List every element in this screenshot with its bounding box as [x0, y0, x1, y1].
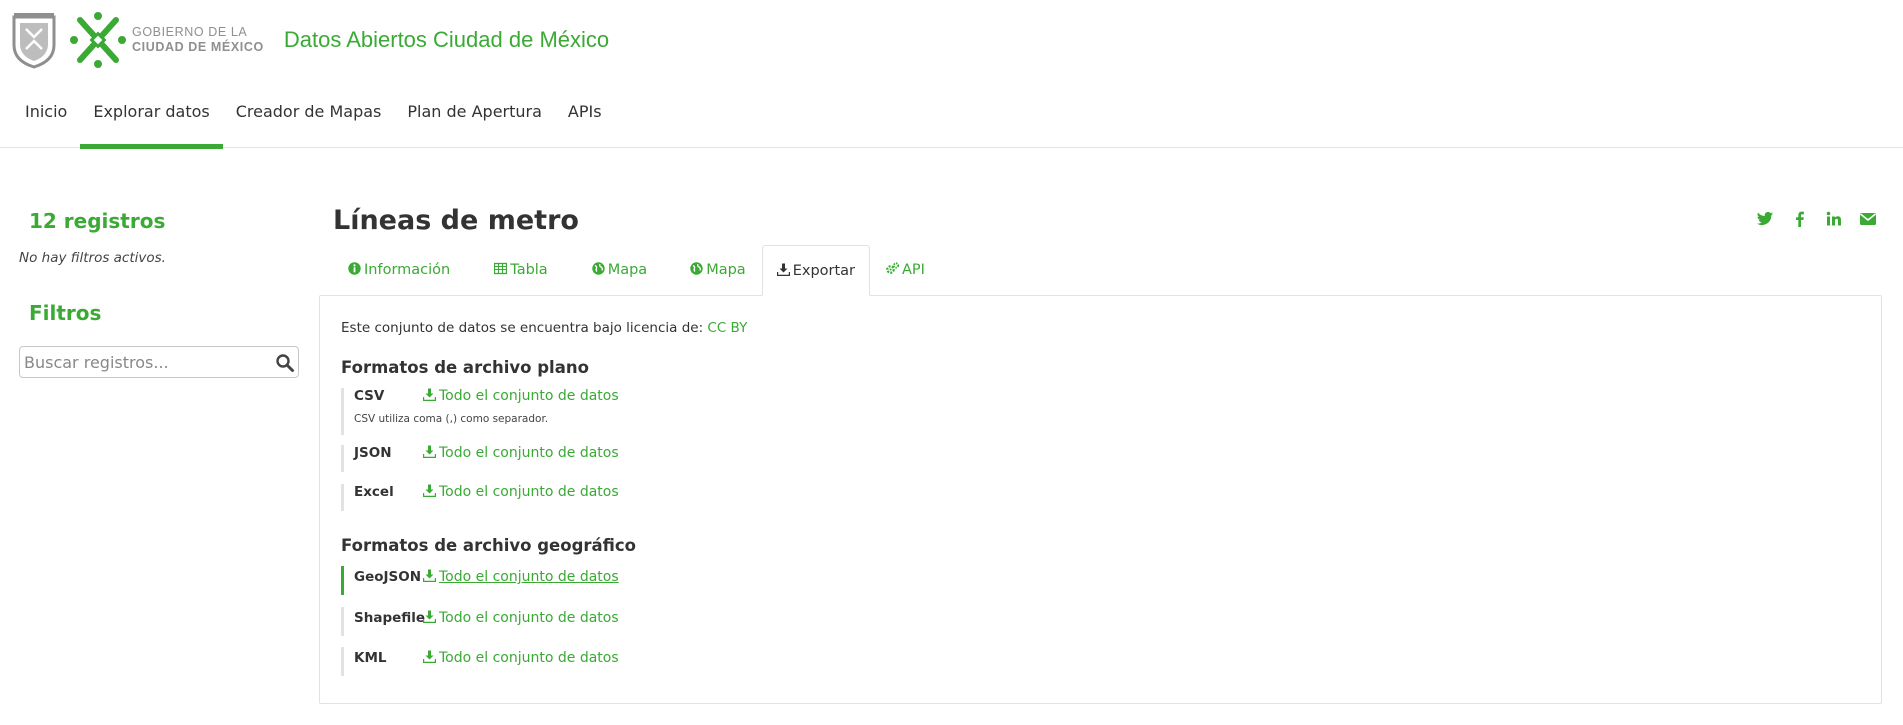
format-row-csv: CSV Todo el conjunto de datos CSV utiliz…: [341, 388, 741, 435]
info-icon: [348, 262, 361, 275]
download-icon: [776, 263, 790, 276]
logo-row[interactable]: GOBIERNO DE LA CIUDAD DE MÉXICO Datos Ab…: [10, 10, 609, 70]
tab-label: Mapa: [706, 262, 746, 278]
link-label: Todo el conjunto de datos: [439, 650, 619, 666]
link-label: Todo el conjunto de datos: [439, 388, 619, 404]
nav-item-inicio[interactable]: Inicio: [12, 95, 80, 148]
format-name: GeoJSON: [354, 569, 422, 585]
format-name: Shapefile: [354, 610, 426, 626]
search-input[interactable]: [24, 348, 269, 376]
download-json-link[interactable]: Todo el conjunto de datos: [423, 445, 619, 461]
tab-mapa[interactable]: Mapa: [592, 245, 648, 296]
link-label: Todo el conjunto de datos: [439, 445, 619, 461]
linkedin-icon[interactable]: [1825, 210, 1843, 228]
license-text: Este conjunto de datos se encuentra bajo…: [341, 320, 747, 336]
dataset-tabs: Información Tabla Mapa Mapa Exportar API: [333, 245, 925, 296]
tab-api[interactable]: API: [886, 245, 925, 296]
government-name: GOBIERNO DE LA CIUDAD DE MÉXICO: [132, 25, 264, 55]
tab-informacion[interactable]: Información: [348, 245, 450, 296]
search-box: [19, 346, 299, 378]
coat-of-arms-icon: [12, 13, 56, 69]
filters-title: Filtros: [29, 301, 102, 325]
site-header: GOBIERNO DE LA CIUDAD DE MÉXICO Datos Ab…: [0, 0, 1903, 149]
download-icon: [423, 650, 436, 663]
format-row-json: JSON Todo el conjunto de datos: [341, 445, 741, 472]
records-count: 12 registros: [29, 209, 166, 233]
download-shapefile-link[interactable]: Todo el conjunto de datos: [423, 610, 619, 626]
flat-formats-title: Formatos de archivo plano: [341, 358, 589, 377]
format-row-geojson: GeoJSON Todo el conjunto de datos: [341, 566, 741, 595]
gov-line-2: CIUDAD DE MÉXICO: [132, 40, 264, 54]
twitter-icon[interactable]: [1756, 210, 1774, 228]
globe-icon: [690, 262, 703, 275]
main-nav: Inicio Explorar datos Creador de Mapas P…: [12, 95, 615, 149]
format-name: JSON: [354, 445, 392, 461]
nav-item-creador-de-mapas[interactable]: Creador de Mapas: [223, 95, 395, 148]
download-csv-link[interactable]: Todo el conjunto de datos: [423, 388, 619, 404]
tab-label: API: [902, 262, 925, 278]
nav-item-plan-de-apertura[interactable]: Plan de Apertura: [394, 95, 555, 148]
link-label: Todo el conjunto de datos: [439, 484, 619, 500]
tab-tabla[interactable]: Tabla: [494, 245, 548, 296]
gears-icon: [886, 262, 900, 274]
gov-line-1: GOBIERNO DE LA: [132, 25, 248, 39]
format-row-kml: KML Todo el conjunto de datos: [341, 647, 741, 676]
globe-icon: [592, 262, 605, 275]
format-row-excel: Excel Todo el conjunto de datos: [341, 484, 741, 511]
license-link[interactable]: CC BY: [707, 320, 747, 336]
tab-label: Información: [364, 262, 451, 278]
tab-label: Tabla: [510, 262, 548, 278]
download-excel-link[interactable]: Todo el conjunto de datos: [423, 484, 619, 500]
download-kml-link[interactable]: Todo el conjunto de datos: [423, 650, 619, 666]
site-title[interactable]: Datos Abiertos Ciudad de México: [284, 27, 609, 53]
link-label: Todo el conjunto de datos: [439, 610, 619, 626]
nav-item-explorar-datos[interactable]: Explorar datos: [80, 95, 224, 149]
download-icon: [423, 388, 436, 401]
download-icon: [423, 484, 436, 497]
email-icon[interactable]: [1859, 210, 1877, 228]
search-icon[interactable]: [275, 353, 295, 373]
format-name: CSV: [354, 388, 385, 404]
format-row-shapefile: Shapefile Todo el conjunto de datos: [341, 607, 741, 636]
download-geojson-link[interactable]: Todo el conjunto de datos: [423, 569, 619, 585]
download-icon: [423, 569, 436, 582]
tab-label: Exportar: [792, 263, 856, 279]
tab-exportar[interactable]: Exportar: [761, 245, 871, 296]
table-icon: [494, 262, 508, 275]
facebook-icon[interactable]: [1791, 210, 1809, 228]
format-name: KML: [354, 650, 387, 666]
license-label: Este conjunto de datos se encuentra bajo…: [341, 320, 708, 336]
export-panel: Este conjunto de datos se encuentra bajo…: [319, 295, 1882, 704]
dataset-title: Líneas de metro: [333, 205, 579, 236]
tab-label: Mapa: [607, 262, 648, 278]
csv-separator-note: CSV utiliza coma (,) como separador.: [354, 413, 549, 425]
tab-mapa-2[interactable]: Mapa: [690, 245, 746, 296]
cdmx-logo-icon: [70, 12, 126, 68]
active-filters-status: No hay filtros activos.: [19, 250, 166, 266]
format-name: Excel: [354, 484, 394, 500]
nav-item-apis[interactable]: APIs: [555, 95, 615, 148]
download-icon: [423, 445, 436, 458]
link-label: Todo el conjunto de datos: [439, 569, 619, 585]
download-icon: [423, 610, 436, 623]
geo-formats-title: Formatos de archivo geográfico: [341, 536, 636, 555]
